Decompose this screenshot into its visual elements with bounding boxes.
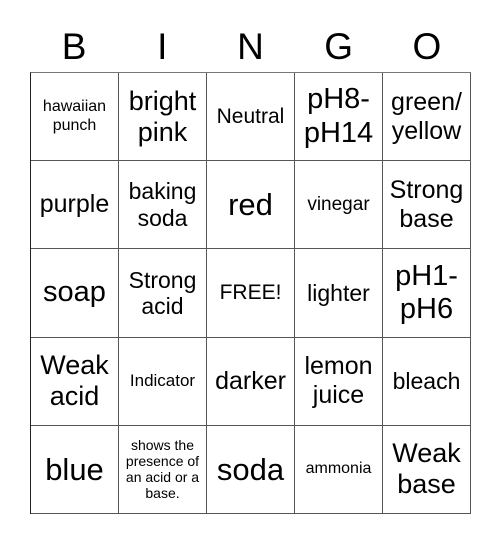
bingo-cell[interactable]: baking soda (119, 161, 207, 250)
bingo-cell[interactable]: Weak base (383, 425, 471, 514)
bingo-cell[interactable]: bright pink (119, 73, 207, 162)
bingo-cell[interactable]: pH8- pH14 (295, 73, 383, 162)
bingo-cell[interactable]: hawaiian punch (31, 73, 119, 162)
header-letter-n: N (237, 26, 264, 67)
bingo-grid: hawaiian punch bright pink Neutral pH8- … (30, 72, 471, 514)
bingo-cell[interactable]: Weak acid (31, 337, 119, 426)
bingo-cell[interactable]: Indicator (119, 337, 207, 426)
bingo-cell[interactable]: purple (31, 161, 119, 250)
bingo-cell[interactable]: vinegar (295, 161, 383, 250)
bingo-cell[interactable]: lighter (295, 249, 383, 338)
header-letter-g: G (324, 26, 354, 67)
bingo-cell[interactable]: blue (31, 425, 119, 514)
free-space[interactable]: FREE! (207, 249, 295, 338)
header-letter-b: B (61, 26, 87, 67)
bingo-cell[interactable]: Neutral (207, 73, 295, 162)
bingo-cell[interactable]: red (207, 161, 295, 250)
bingo-cell[interactable]: Strong acid (119, 249, 207, 338)
bingo-cell[interactable]: ammonia (295, 425, 383, 514)
bingo-cell[interactable]: Strong base (383, 161, 471, 250)
header-letter-o: O (412, 26, 442, 67)
bingo-cell[interactable]: bleach (383, 337, 471, 426)
bingo-cell[interactable]: darker (207, 337, 295, 426)
bingo-cell[interactable]: pH1- pH6 (383, 249, 471, 338)
bingo-cell[interactable]: shows the presence of an acid or a base. (119, 425, 207, 514)
bingo-cell[interactable]: soda (207, 425, 295, 514)
bingo-cell[interactable]: lemon juice (295, 337, 383, 426)
bingo-cell[interactable]: green/ yellow (383, 73, 471, 162)
bingo-cell[interactable]: soap (31, 249, 119, 338)
bingo-header: B I N G O (30, 22, 471, 72)
header-letter-i: I (157, 26, 168, 67)
